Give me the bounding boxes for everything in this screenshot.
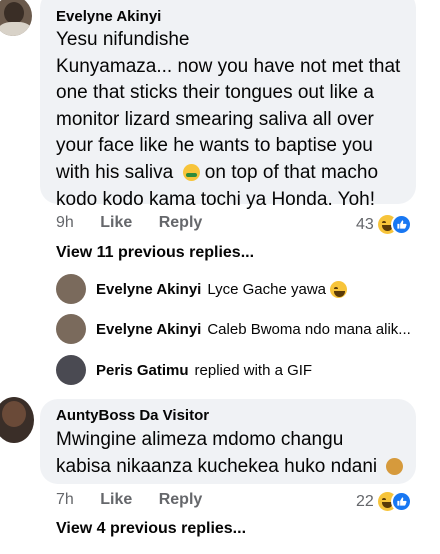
comment-line: with his saliva on top of that macho bbox=[56, 161, 379, 183]
comment-author[interactable]: AuntyBoss Da Visitor bbox=[56, 407, 209, 424]
timestamp: 9h bbox=[56, 214, 74, 231]
comment-line: kodo kodo kama tochi ya Honda. Yoh! bbox=[56, 188, 376, 210]
comment-actions: 9h Like Reply bbox=[56, 214, 224, 232]
avatar[interactable] bbox=[56, 274, 86, 304]
reply-item[interactable]: Evelyne Akinyi Caleb Bwoma ndo mana alik… bbox=[56, 314, 411, 344]
nauseated-face-emoji bbox=[182, 163, 200, 181]
reply-button[interactable]: Reply bbox=[159, 491, 203, 508]
comment-line: Yesu nifundishe bbox=[56, 29, 190, 50]
laughing-emoji bbox=[330, 280, 348, 298]
reply-text: replied with a GIF bbox=[194, 361, 313, 379]
reaction-summary[interactable]: 22 bbox=[356, 491, 412, 512]
comment-line: kabisa nikaanza kuchekea huko ndani bbox=[56, 454, 406, 481]
timestamp: 7h bbox=[56, 491, 74, 508]
reply-item[interactable]: Peris Gatimu replied with a GIF bbox=[56, 355, 312, 385]
like-reaction-icon bbox=[390, 214, 412, 235]
comment-line: your face like he wants to baptise you bbox=[56, 135, 373, 157]
woman-facepalming-emoji bbox=[386, 457, 404, 475]
comment-text: Yesu nifundishe Kunyamaza... now you hav… bbox=[56, 27, 406, 213]
avatar[interactable] bbox=[56, 355, 86, 385]
like-button[interactable]: Like bbox=[100, 491, 132, 508]
reaction-count: 22 bbox=[356, 492, 374, 510]
avatar[interactable] bbox=[0, 397, 34, 443]
reply-author[interactable]: Evelyne Akinyi bbox=[96, 281, 201, 298]
like-button[interactable]: Like bbox=[100, 214, 132, 231]
view-previous-replies[interactable]: View 11 previous replies... bbox=[56, 244, 254, 262]
comment-author[interactable]: Evelyne Akinyi bbox=[56, 8, 161, 25]
comment-text: Mwingine alimeza mdomo changu kabisa nik… bbox=[56, 427, 406, 480]
reply-button[interactable]: Reply bbox=[159, 214, 203, 231]
comment-line: Kunyamaza... now you have not met that bbox=[56, 55, 401, 77]
avatar[interactable] bbox=[0, 0, 32, 36]
reply-text: Caleb Bwoma ndo mana alik... bbox=[207, 320, 411, 338]
comment-line: one that sticks their tongues out like a bbox=[56, 82, 374, 104]
reply-item[interactable]: Evelyne Akinyi Lyce Gache yawa bbox=[56, 274, 348, 304]
reply-author[interactable]: Evelyne Akinyi bbox=[96, 321, 201, 338]
reply-text: Lyce Gache yawa bbox=[207, 280, 327, 298]
reaction-summary[interactable]: 43 bbox=[356, 214, 412, 235]
view-previous-replies[interactable]: View 4 previous replies... bbox=[56, 520, 246, 538]
avatar[interactable] bbox=[56, 314, 86, 344]
comment-actions: 7h Like Reply bbox=[56, 491, 224, 509]
comment-line: monitor lizard smearing saliva all over bbox=[56, 108, 374, 130]
reply-author[interactable]: Peris Gatimu bbox=[96, 362, 189, 379]
reaction-count: 43 bbox=[356, 215, 374, 233]
like-reaction-icon bbox=[390, 491, 412, 512]
comment-line: Mwingine alimeza mdomo changu bbox=[56, 429, 344, 450]
